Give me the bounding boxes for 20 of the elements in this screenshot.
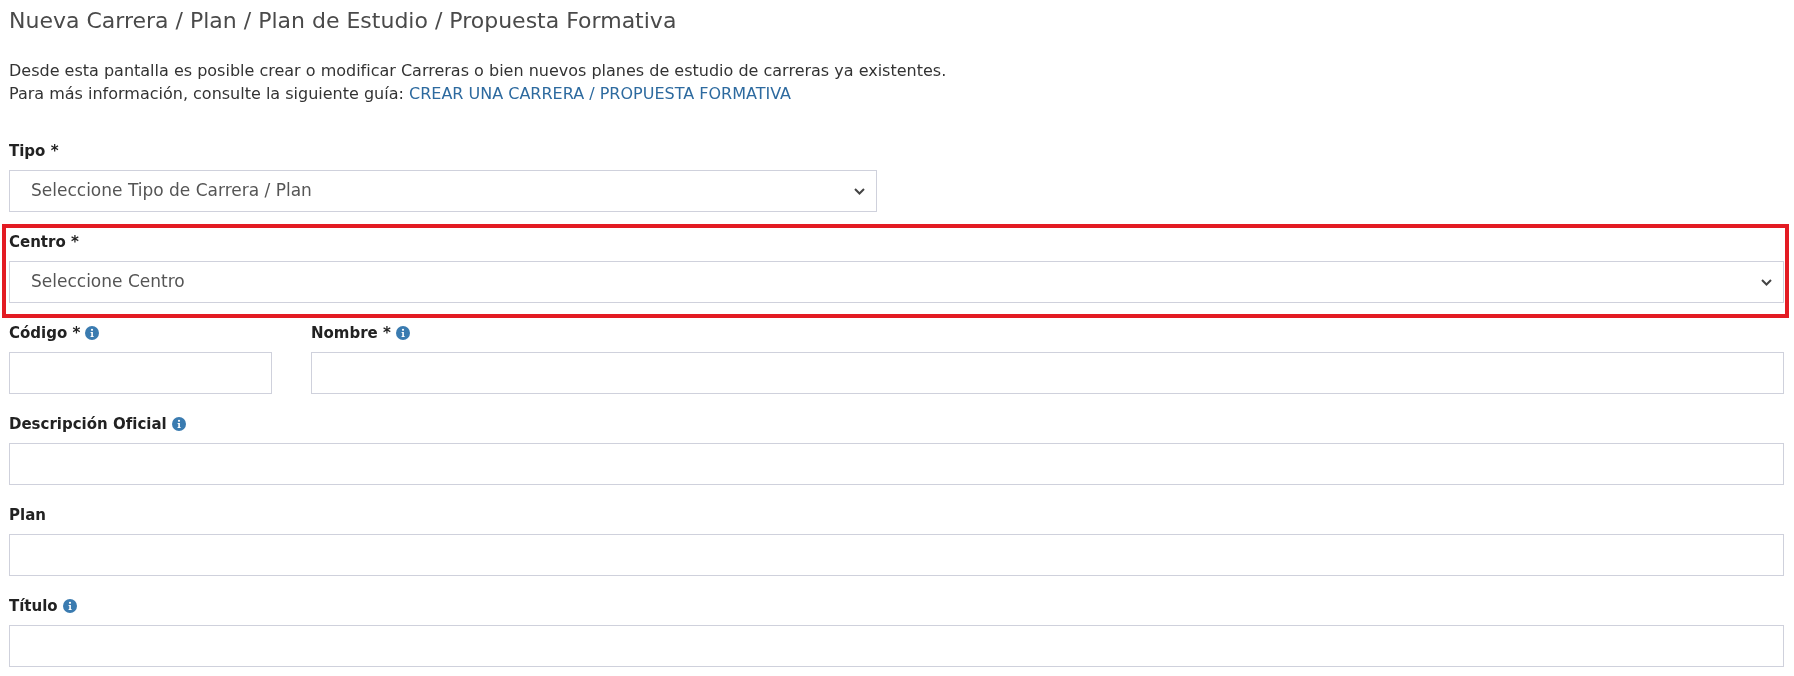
guide-link[interactable]: CREAR UNA CARRERA / PROPUESTA FORMATIVA [409, 84, 791, 103]
text-field[interactable] [9, 352, 272, 394]
field-label: Descripción Oficial [9, 414, 167, 434]
page-title: Nueva Carrera / Plan / Plan de Estudio / Propuesta Formativa [9, 7, 678, 35]
text-field[interactable] [311, 352, 1784, 394]
field-label: Código * [9, 323, 81, 343]
field-label: Tipo * [9, 141, 59, 161]
field-label: Centro * [9, 232, 79, 252]
dropdown[interactable]: Seleccione Centro [9, 261, 1784, 303]
chevron-down-icon [854, 187, 865, 195]
text-field[interactable] [9, 443, 1784, 485]
dropdown[interactable]: Seleccione Tipo de Carrera / Plan [9, 170, 877, 212]
field-label: Plan [9, 505, 46, 525]
field-label: Título [9, 596, 58, 616]
intro-text: Desde esta pantalla es posible crear o modificar Carreras o bien nuevos planes de estudio de carreras ya existentes. [9, 60, 948, 82]
chevron-down-icon [1761, 278, 1772, 286]
guide-text: Para más información, consulte la siguiente guía: CREAR UNA CARRERA / PROPUESTA FORMATIVA [9, 83, 792, 105]
field-label: Nombre * [311, 323, 391, 343]
text-field[interactable] [9, 534, 1784, 576]
text-field[interactable] [9, 625, 1784, 667]
